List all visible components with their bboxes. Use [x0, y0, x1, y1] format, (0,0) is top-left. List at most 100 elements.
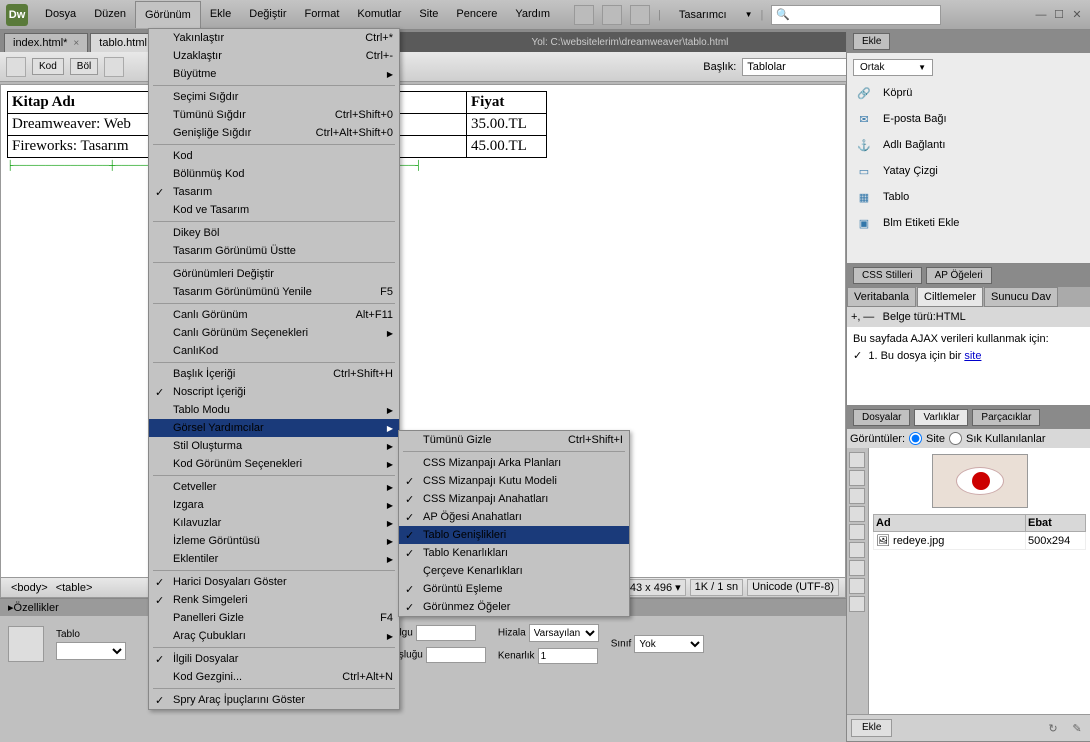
- layout-drop-icon[interactable]: [574, 5, 594, 25]
- menu-item[interactable]: YakınlaştırCtrl+*: [149, 29, 399, 47]
- workspace-selector[interactable]: Tasarımcı: [669, 5, 737, 25]
- tool-icon[interactable]: [6, 57, 26, 77]
- tablo-select[interactable]: [56, 642, 126, 660]
- td[interactable]: Fireworks: Tasarım: [8, 136, 158, 158]
- menu-item[interactable]: Görsel Yardımcılar▶: [149, 419, 399, 437]
- menu-item[interactable]: Görünümleri Değiştir: [149, 265, 399, 283]
- templates-icon[interactable]: [849, 578, 865, 594]
- edit-asset-icon[interactable]: ✎: [1068, 719, 1086, 737]
- insert-blm[interactable]: ▣Blm Etiketi Ekle: [853, 210, 1084, 236]
- menu-item[interactable]: Cetveller▶: [149, 478, 399, 496]
- ortak-dropdown[interactable]: Ortak: [853, 59, 933, 76]
- dosyalar-tab[interactable]: Dosyalar: [853, 409, 910, 426]
- library-icon[interactable]: [849, 596, 865, 612]
- maximize-icon[interactable]: ☐: [1052, 8, 1066, 22]
- menu-item[interactable]: Tümünü SığdırCtrl+Shift+0: [149, 106, 399, 124]
- varliklar-tab[interactable]: Varlıklar: [914, 409, 968, 426]
- menu-gorunum[interactable]: Görünüm: [135, 1, 201, 28]
- menu-item[interactable]: Kılavuzlar▶: [149, 514, 399, 532]
- minus-icon[interactable]: —: [863, 311, 874, 323]
- site-radio[interactable]: [909, 432, 922, 445]
- menu-item[interactable]: ✓Renk Simgeleri: [149, 591, 399, 609]
- menu-item[interactable]: Kod: [149, 147, 399, 165]
- kod-button[interactable]: Kod: [32, 58, 64, 75]
- menu-item[interactable]: ✓İlgili Dosyalar: [149, 650, 399, 668]
- close-icon[interactable]: ✕: [1070, 8, 1084, 22]
- menu-item[interactable]: UzaklaştırCtrl+-: [149, 47, 399, 65]
- bol-button[interactable]: Böl: [70, 58, 98, 75]
- submenu-item[interactable]: ✓Görünmez Öğeler: [399, 598, 629, 616]
- ekle-button[interactable]: Ekle: [851, 719, 892, 737]
- insert-eposta[interactable]: ✉E-posta Bağı: [853, 106, 1084, 132]
- tag-table[interactable]: <table>: [52, 582, 97, 594]
- menu-item[interactable]: Başlık İçeriğiCtrl+Shift+H: [149, 365, 399, 383]
- menu-item[interactable]: Canlı GörünümAlt+F11: [149, 306, 399, 324]
- menu-item[interactable]: Kod Görünüm Seçenekleri▶: [149, 455, 399, 473]
- urls-icon[interactable]: [849, 488, 865, 504]
- extend-drop-icon[interactable]: [602, 5, 622, 25]
- menu-item[interactable]: Canlı Görünüm Seçenekleri▶: [149, 324, 399, 342]
- design-icon[interactable]: [104, 57, 124, 77]
- flash-icon[interactable]: [849, 506, 865, 522]
- kenarlik-input[interactable]: [538, 648, 598, 664]
- menu-item[interactable]: Kod ve Tasarım: [149, 201, 399, 219]
- menu-pencere[interactable]: Pencere: [447, 1, 506, 28]
- menu-item[interactable]: ✓Harici Dosyaları Göster: [149, 573, 399, 591]
- site-drop-icon[interactable]: [630, 5, 650, 25]
- menu-format[interactable]: Format: [296, 1, 349, 28]
- submenu-item[interactable]: ✓Görüntü Eşleme: [399, 580, 629, 598]
- menu-duzen[interactable]: Düzen: [85, 1, 135, 28]
- hdolgu-input[interactable]: [416, 625, 476, 641]
- refresh-assets-icon[interactable]: ↻: [1044, 719, 1062, 737]
- minimize-icon[interactable]: —: [1034, 8, 1048, 22]
- insert-adli[interactable]: ⚓Adlı Bağlantı: [853, 132, 1084, 158]
- menu-item[interactable]: İzleme Görüntüsü▶: [149, 532, 399, 550]
- colors-icon[interactable]: [849, 470, 865, 486]
- movies-icon[interactable]: [849, 542, 865, 558]
- asset-row[interactable]: 🖼 redeye.jpg500x294: [874, 532, 1086, 550]
- td[interactable]: 35.00.TL: [467, 114, 547, 136]
- menu-item[interactable]: Eklentiler▶: [149, 550, 399, 568]
- insert-tablo[interactable]: ▦Tablo: [853, 184, 1084, 210]
- shockwave-icon[interactable]: [849, 524, 865, 540]
- submenu-item[interactable]: CSS Mizanpajı Arka Planları: [399, 454, 629, 472]
- menu-yardim[interactable]: Yardım: [506, 1, 559, 28]
- tab-index-html[interactable]: index.html*×: [4, 33, 88, 52]
- menu-item[interactable]: Genişliğe SığdırCtrl+Alt+Shift+0: [149, 124, 399, 142]
- th-fiyat[interactable]: Fiyat: [467, 92, 547, 114]
- menu-ekle[interactable]: Ekle: [201, 1, 240, 28]
- site-link[interactable]: site: [964, 350, 981, 362]
- sunucu-tab[interactable]: Sunucu Dav: [984, 287, 1058, 307]
- menu-item[interactable]: Büyütme▶: [149, 65, 399, 83]
- menu-item[interactable]: ✓Noscript İçeriği: [149, 383, 399, 401]
- menu-item[interactable]: Tasarım Görünümünü YenileF5: [149, 283, 399, 301]
- insert-kopru[interactable]: 🔗Köprü: [853, 80, 1084, 106]
- menu-degistir[interactable]: Değiştir: [240, 1, 295, 28]
- hbos-input[interactable]: [426, 647, 486, 663]
- td[interactable]: Dreamweaver: Web: [8, 114, 158, 136]
- td[interactable]: 45.00.TL: [467, 136, 547, 158]
- menu-site[interactable]: Site: [410, 1, 447, 28]
- sik-radio[interactable]: [949, 432, 962, 445]
- veritabanla-tab[interactable]: Veritabanla: [847, 287, 916, 307]
- menu-item[interactable]: Araç Çubukları▶: [149, 627, 399, 645]
- css-stilleri-tab[interactable]: CSS Stilleri: [853, 267, 922, 284]
- menu-item[interactable]: Seçimi Sığdır: [149, 88, 399, 106]
- ap-ogeleri-tab[interactable]: AP Öğeleri: [926, 267, 992, 284]
- ekle-tab[interactable]: Ekle: [853, 33, 890, 50]
- menu-item[interactable]: Tablo Modu▶: [149, 401, 399, 419]
- submenu-item[interactable]: ✓CSS Mizanpajı Anahatları: [399, 490, 629, 508]
- tab-close-icon[interactable]: ×: [73, 38, 79, 49]
- insert-yatay[interactable]: ▭Yatay Çizgi: [853, 158, 1084, 184]
- ciltlemeler-tab[interactable]: Ciltlemeler: [917, 287, 983, 307]
- menu-item[interactable]: ✓Spry Araç İpuçlarını Göster: [149, 691, 399, 709]
- col-ebat[interactable]: Ebat: [1026, 515, 1086, 532]
- scripts-icon[interactable]: [849, 560, 865, 576]
- menu-item[interactable]: Bölünmüş Kod: [149, 165, 399, 183]
- submenu-item[interactable]: ✓CSS Mizanpajı Kutu Modeli: [399, 472, 629, 490]
- plus-icon[interactable]: +,: [851, 311, 860, 323]
- th-kitap[interactable]: Kitap Adı: [8, 92, 158, 114]
- tag-body[interactable]: <body>: [7, 582, 52, 594]
- submenu-item[interactable]: ✓Tablo Kenarlıkları: [399, 544, 629, 562]
- menu-dosya[interactable]: Dosya: [36, 1, 85, 28]
